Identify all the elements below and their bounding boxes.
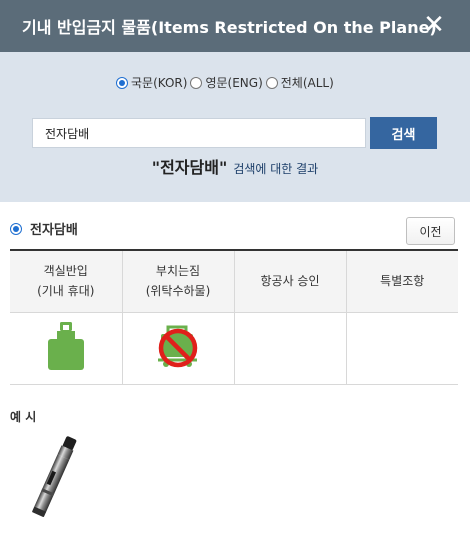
carry-on-allowed-icon	[47, 322, 84, 370]
item-heading: 전자담배	[10, 219, 78, 238]
radio-selected-icon	[116, 76, 128, 89]
radio-english-label: 영문(ENG)	[205, 76, 263, 90]
carry-on-cell	[10, 312, 122, 385]
search-button[interactable]: 검색	[370, 117, 437, 149]
column-special-provisions: 특별조항	[345, 249, 458, 313]
e-cigarette-image	[32, 436, 77, 517]
checked-baggage-cell	[121, 312, 234, 385]
dialog-title: 기내 반입금지 물품(Items Restricted On the Plane…	[22, 18, 437, 37]
restriction-table: 객실반입 (기내 휴대) 부치는짐 (위탁수하물) 항공사 승인 특별조항	[10, 249, 458, 385]
search-input[interactable]	[32, 118, 366, 148]
column-airline-approval: 항공사 승인	[233, 249, 346, 313]
radio-unselected-icon	[265, 76, 278, 89]
language-radio-group: 국문(KOR) 영문(ENG) 전체(ALL)	[116, 74, 337, 91]
radio-all[interactable]: 전체(ALL)	[265, 74, 334, 91]
search-panel: 국문(KOR) 영문(ENG) 전체(ALL) 검색 "전자담배" 검색에 대한 …	[0, 52, 470, 202]
airline-approval-cell	[233, 312, 346, 385]
column-carry-on: 객실반입 (기내 휴대)	[10, 249, 122, 313]
result-suffix: 검색에 대한 결과	[233, 162, 319, 176]
dialog-header: 기내 반입금지 물품(Items Restricted On the Plane…	[0, 0, 470, 52]
result-query: "전자담배"	[151, 158, 228, 177]
examples-label: 예 시	[10, 410, 37, 424]
radio-korean[interactable]: 국문(KOR)	[116, 74, 187, 91]
checked-baggage-prohibited-icon	[158, 325, 198, 368]
radio-unselected-icon	[190, 76, 203, 89]
close-icon[interactable]: ✕	[420, 10, 448, 40]
table-row	[10, 312, 458, 385]
table-header-row: 객실반입 (기내 휴대) 부치는짐 (위탁수하물) 항공사 승인 특별조항	[10, 249, 458, 313]
item-name: 전자담배	[30, 223, 78, 238]
column-checked-baggage: 부치는짐 (위탁수하물)	[121, 249, 234, 313]
radio-selected-icon	[10, 222, 22, 235]
special-provisions-cell	[345, 312, 458, 385]
previous-button[interactable]: 이전	[406, 217, 455, 245]
radio-korean-label: 국문(KOR)	[131, 76, 188, 90]
radio-english[interactable]: 영문(ENG)	[190, 74, 263, 91]
radio-all-label: 전체(ALL)	[280, 76, 334, 90]
search-result-line: "전자담배" 검색에 대한 결과	[0, 154, 470, 178]
